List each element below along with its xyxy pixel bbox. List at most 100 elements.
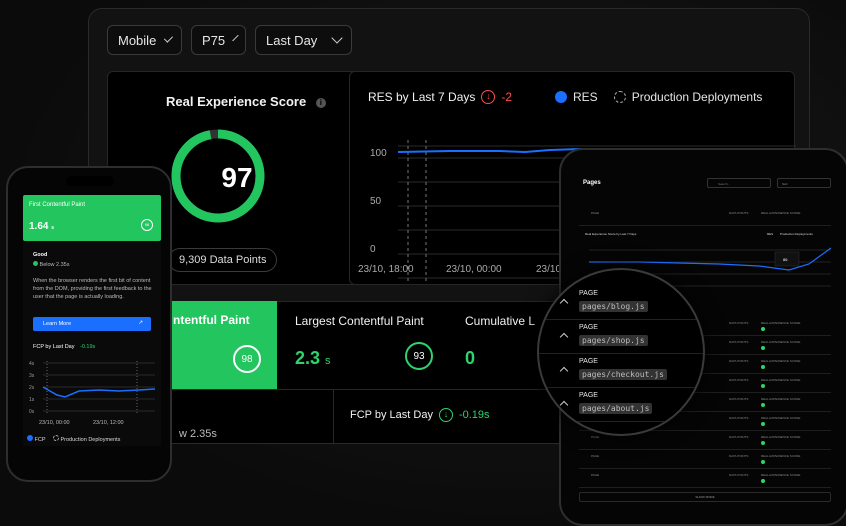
tablet-tooltip-value: 86	[783, 257, 788, 262]
tablet-legend-deploy: Production Deployments	[780, 232, 813, 236]
res-score-title: Real Experience Score i	[166, 94, 326, 109]
table-row[interactable]: PAGE DATA POINTS REAL EXPERIENCE SCORE	[579, 208, 831, 226]
info-icon[interactable]: i	[315, 97, 326, 108]
mag-page-label: PAGE	[579, 392, 598, 399]
row-res-label: REAL EXPERIENCE SCORE	[761, 211, 801, 215]
magnifier-lens: PAGE pages/blog.js PAGE pages/shop.js PA…	[537, 268, 705, 436]
row-res-label: REAL EXPERIENCE SCORE	[761, 416, 801, 420]
phone-y-tick: 1s	[29, 397, 35, 403]
mag-page-path: pages/checkout.js	[579, 369, 667, 380]
legend-deploy: Production Deployments	[631, 90, 763, 104]
lcp-ring: 93	[405, 342, 433, 370]
row-res-label: REAL EXPERIENCE SCORE	[761, 473, 801, 477]
fcp-change: -0.19s	[458, 409, 490, 421]
lcp-value-num: 2.3	[295, 348, 321, 368]
cls-label: Cumulative L	[465, 314, 536, 328]
chevron-down-icon	[164, 33, 174, 43]
row-page-label: PAGE	[591, 435, 600, 439]
y-tick-100: 100	[370, 148, 387, 159]
show-more-button[interactable]: SHOW MORE	[579, 492, 831, 502]
phone-notch	[66, 176, 114, 186]
phone-description: When the browser renders the first bit o…	[33, 278, 152, 300]
arrow-down-icon: ↓	[481, 90, 496, 104]
list-item[interactable]: PAGE pages/checkout.js	[539, 354, 703, 388]
status-dot-icon	[761, 479, 765, 483]
phone-y-tick: 3s	[29, 373, 35, 379]
list-item[interactable]: PAGE pages/about.js	[539, 388, 703, 422]
list-item[interactable]: PAGE pages/blog.js	[539, 286, 703, 320]
tablet-pages-title: Pages	[583, 180, 601, 186]
chevron-up-icon	[559, 332, 569, 342]
table-row[interactable]: PAGE DATA POINTS REAL EXPERIENCE SCORE	[579, 470, 831, 488]
status-dot-icon	[761, 327, 765, 331]
fcp-label: ntentful Paint	[173, 313, 250, 327]
mag-page-path: pages/shop.js	[579, 335, 648, 346]
legend: RES Production Deployments	[555, 90, 762, 104]
learn-more-button[interactable]: Learn More ↗	[33, 317, 151, 331]
device-select-value: Mobile	[118, 32, 157, 48]
tablet-chart-title: Real Experience Score by Last 7 Days	[585, 232, 637, 236]
phone-chart-title-text: FCP by Last Day	[33, 344, 75, 350]
phone-threshold-text: Below 2.35s	[39, 262, 70, 268]
list-item[interactable]: PAGE pages/shop.js	[539, 320, 703, 354]
tablet-search-input[interactable]: Search...	[707, 178, 771, 188]
y-tick-0: 0	[370, 244, 376, 255]
range-select[interactable]: Last Day	[255, 25, 352, 55]
status-dot-icon	[761, 365, 765, 369]
row-page-label: PAGE	[591, 211, 600, 215]
fcp-ring: 98	[233, 345, 261, 373]
fcp-legend-dot-icon	[27, 435, 33, 441]
deploy-legend-dot-icon	[52, 435, 59, 441]
res-change: -2	[501, 90, 513, 104]
table-row[interactable]: PAGE DATA POINTS REAL EXPERIENCE SCORE	[579, 451, 831, 469]
arrow-down-icon: ↓	[438, 408, 453, 422]
chevron-down-icon	[232, 34, 239, 42]
row-points-label: DATA POINTS	[729, 435, 749, 439]
x-tick-2: 23/10, 00:00	[446, 264, 502, 275]
row-res-label: REAL EXPERIENCE SCORE	[761, 340, 801, 344]
row-points-label: DATA POINTS	[729, 359, 749, 363]
device-select[interactable]: Mobile	[107, 25, 182, 55]
row-res-label: REAL EXPERIENCE SCORE	[761, 359, 801, 363]
status-dot-icon	[761, 346, 765, 350]
phone-fcp-value: 1.64 s	[29, 221, 54, 232]
check-icon	[33, 261, 38, 266]
tablet-sort-label: Sort	[782, 182, 788, 186]
percentile-select[interactable]: P75	[191, 25, 246, 55]
phone-fcp-unit: s	[51, 225, 55, 231]
chevron-up-icon	[559, 298, 569, 308]
tablet-legend-res: RES	[767, 232, 774, 236]
threshold-text: w 2.35s	[179, 428, 217, 440]
lcp-value: 2.3 s	[295, 348, 331, 369]
mag-page-label: PAGE	[579, 290, 598, 297]
lcp-tile[interactable]: Largest Contentful Paint 2.3 s 93	[277, 301, 447, 389]
external-link-icon: ↗	[138, 320, 143, 326]
row-points-label: DATA POINTS	[729, 321, 749, 325]
mag-page-path: pages/blog.js	[579, 301, 648, 312]
row-res-label: REAL EXPERIENCE SCORE	[761, 454, 801, 458]
threshold-panel: w 2.35s	[153, 389, 333, 443]
fcp-chart-title-text: FCP by Last Day	[350, 409, 433, 421]
chevron-down-icon	[331, 32, 343, 44]
chevron-up-icon	[559, 366, 569, 376]
lcp-label: Largest Contentful Paint	[295, 314, 424, 328]
phone-legend: FCP Production Deployments	[27, 435, 120, 444]
row-res-label: REAL EXPERIENCE SCORE	[761, 397, 801, 401]
data-points-badge: 9,309 Data Points	[168, 248, 278, 272]
tablet-sort-select[interactable]: Sort	[777, 178, 831, 188]
row-res-label: REAL EXPERIENCE SCORE	[761, 378, 801, 382]
tablet-search-placeholder: Search...	[718, 182, 731, 186]
row-res-label: REAL EXPERIENCE SCORE	[761, 435, 801, 439]
phone-fcp-card: First Contentful Paint 1.64 s 98	[23, 195, 161, 241]
phone-x-tick: 23/10, 12:00	[93, 420, 124, 426]
phone-y-tick: 2s	[29, 385, 35, 391]
phone-chart-title: FCP by Last Day -0.19s	[33, 343, 95, 351]
y-tick-50: 50	[370, 196, 382, 207]
row-points-label: DATA POINTS	[729, 416, 749, 420]
res-chart-title-text: RES by Last 7 Days	[368, 90, 476, 104]
tablet-chart-legend: RES Production Deployments	[767, 232, 813, 236]
fcp-chart-title: FCP by Last Day ↓ -0.19s	[350, 408, 490, 422]
row-points-label: DATA POINTS	[729, 454, 749, 458]
row-page-label: PAGE	[591, 473, 600, 477]
phone-legend-fcp: FCP	[34, 437, 46, 443]
